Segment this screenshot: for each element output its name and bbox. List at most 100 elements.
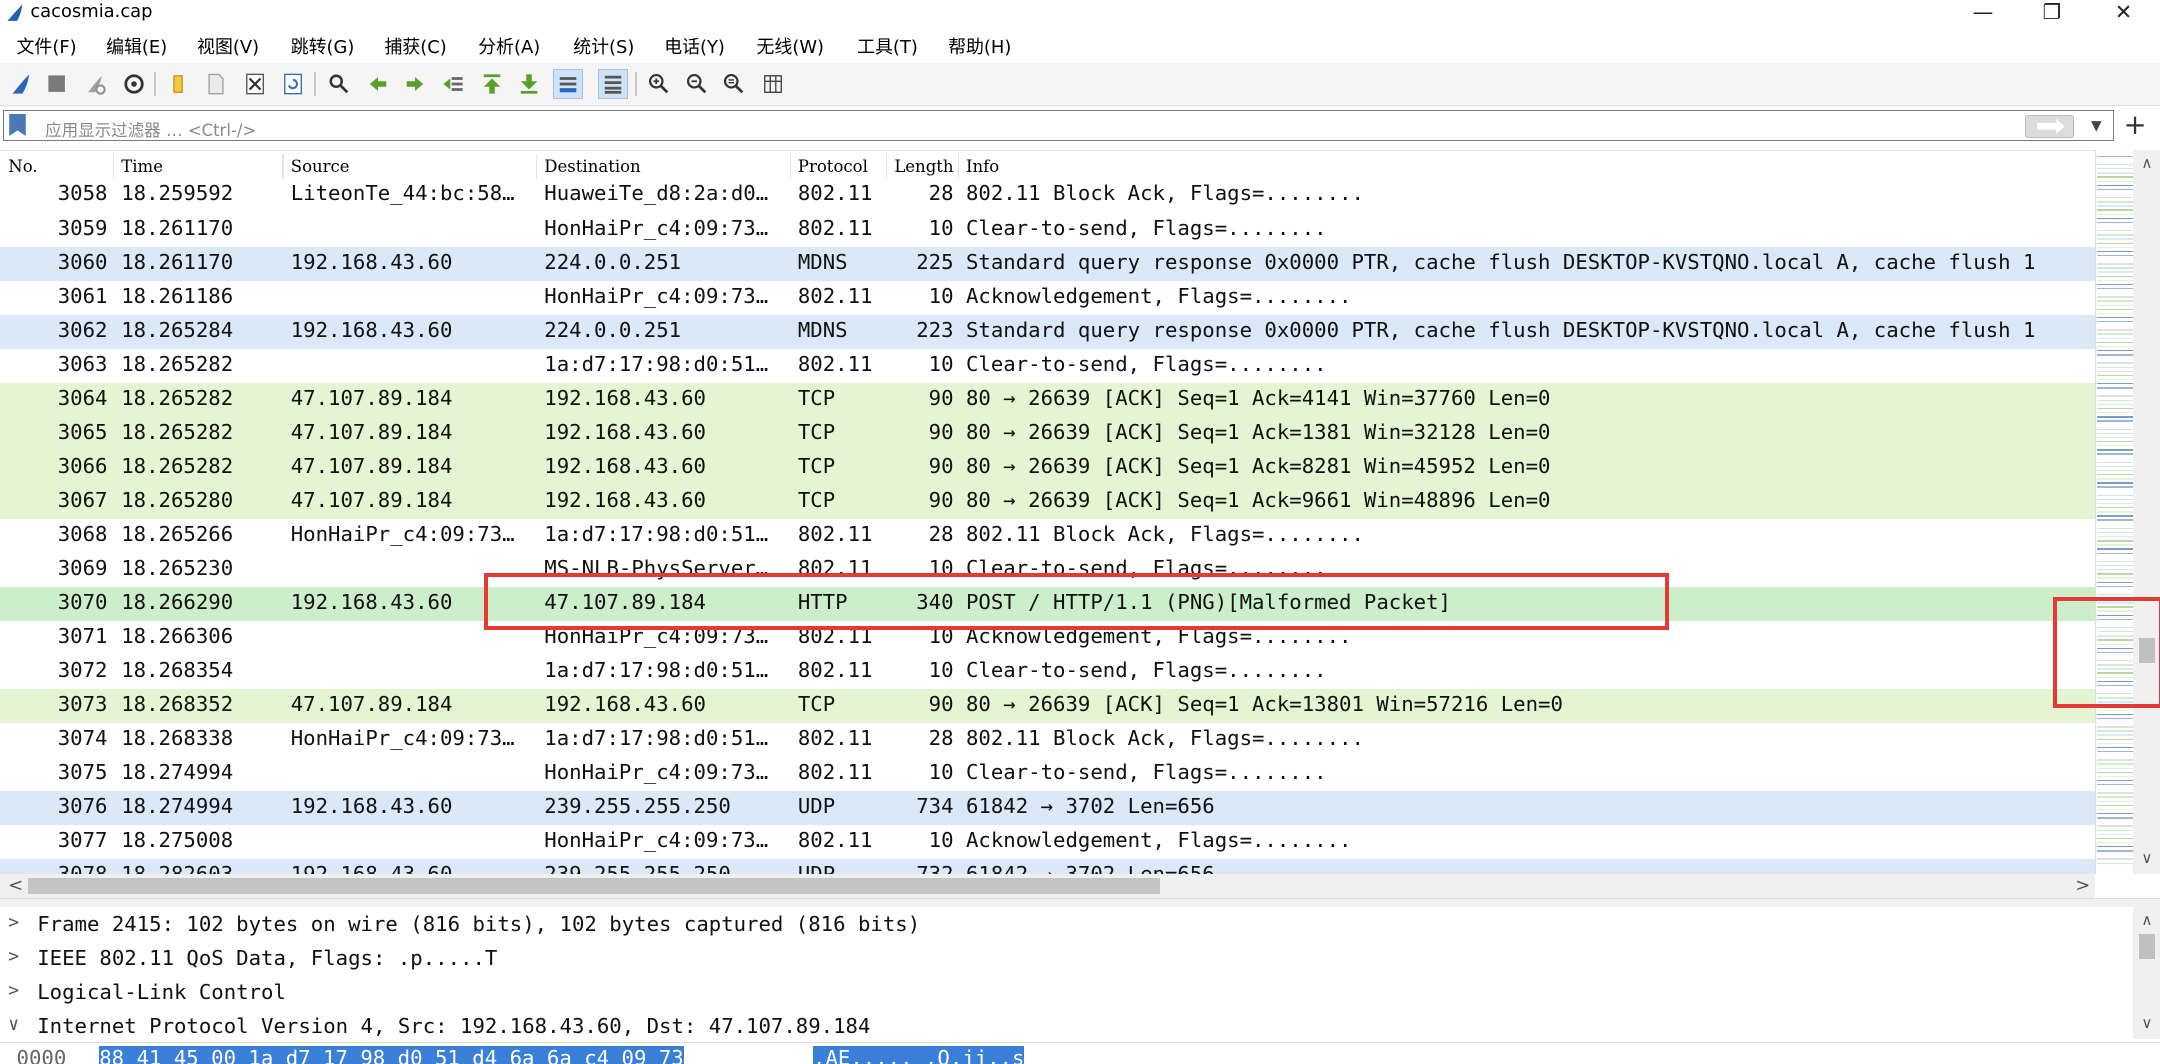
minimize-button[interactable]: — [1951, 0, 2014, 28]
bytes-ascii[interactable]: .AE..... .Q.jj..s [813, 1045, 1025, 1064]
packet-row[interactable]: 3066 18.265282 47.107.89.184 192.168.43.60 T… [0, 451, 2095, 486]
menu-go[interactable]: 跳转(G) [291, 33, 355, 59]
open-file-icon[interactable] [163, 69, 193, 99]
menu-telephony[interactable]: 电话(Y) [664, 33, 725, 59]
packet-row[interactable]: 3076 18.274994 192.168.43.60 239.255.255.25… [0, 791, 2095, 826]
column-divider[interactable] [886, 153, 888, 179]
packet-list-hscroll[interactable]: < > [0, 873, 2095, 899]
restore-button[interactable]: ❐ [2020, 0, 2083, 28]
scroll-right-icon[interactable]: > [2075, 875, 2090, 896]
bytes-hex[interactable]: 88 41 45 00 1a d7 17 98 d0 51 d4 6a 6a c… [99, 1045, 684, 1064]
save-file-icon[interactable] [201, 69, 231, 99]
display-filter-input[interactable]: 应用显示过滤器 … <Ctrl-/> ▼ [2, 110, 2114, 141]
packet-protocol: TCP [797, 453, 836, 478]
column-header-destination[interactable]: Destination [544, 157, 640, 176]
resize-columns-icon[interactable] [758, 69, 788, 99]
go-to-packet-icon[interactable] [438, 69, 468, 99]
scroll-left-icon[interactable]: < [8, 875, 23, 896]
detail-row-llc[interactable]: > Logical-Link Control [0, 978, 2133, 1012]
menu-tools[interactable]: 工具(T) [857, 33, 918, 59]
column-divider[interactable] [112, 153, 115, 179]
packet-row[interactable]: 3078 18.282603 192.168.43.60 239.255.255.25… [0, 859, 2095, 875]
packet-row[interactable]: 3073 18.268352 47.107.89.184 192.168.43.60 T… [0, 689, 2095, 724]
menu-file[interactable]: 文件(F) [17, 33, 77, 59]
column-header-info[interactable]: Info [966, 157, 999, 176]
add-filter-button[interactable]: + [2123, 110, 2146, 140]
column-divider[interactable] [789, 153, 791, 179]
scroll-down-icon[interactable]: ∨ [2139, 1014, 2156, 1032]
packet-row[interactable]: 3077 18.275008 HonHaiPr_c4:09:73… 802.11 10 A… [0, 825, 2095, 860]
column-header-source[interactable]: Source [291, 157, 350, 176]
packet-row[interactable]: 3074 18.268338 HonHaiPr_c4:09:73… 1a:d7:17:… [0, 723, 2095, 758]
apply-filter-arrow-icon[interactable] [2025, 115, 2075, 139]
stop-capture-icon[interactable] [41, 69, 71, 99]
packet-row[interactable]: 3063 18.265282 1a:d7:17:98:d0:51… 802.11 10 C… [0, 348, 2095, 383]
column-divider[interactable] [536, 153, 538, 179]
minimap-line [2096, 490, 2133, 492]
hscroll-thumb[interactable] [27, 877, 1161, 895]
go-back-icon[interactable] [362, 69, 392, 99]
expand-chevron-icon[interactable]: > [8, 980, 19, 1001]
normal-size-icon[interactable] [719, 69, 749, 99]
expand-chevron-icon[interactable]: > [8, 912, 19, 933]
details-vscroll[interactable]: ∧ ∨ [2133, 906, 2160, 1039]
close-file-icon[interactable] [240, 69, 270, 99]
scroll-thumb[interactable] [2138, 934, 2156, 960]
packet-time: 18.265284 [121, 317, 234, 342]
menu-help[interactable]: 帮助(H) [948, 33, 1011, 59]
bookmark-icon[interactable] [9, 113, 26, 137]
collapse-chevron-icon[interactable]: ∨ [8, 1014, 19, 1035]
colorize-icon[interactable] [598, 68, 629, 100]
zoom-in-icon[interactable] [644, 69, 674, 99]
packet-no: 3060 [57, 249, 108, 274]
packet-list-vscroll[interactable]: ∧ ∨ [2133, 150, 2160, 874]
packet-protocol: 802.11 [797, 726, 873, 751]
go-forward-icon[interactable] [400, 69, 430, 99]
menu-analyze[interactable]: 分析(A) [478, 33, 540, 59]
menu-statistics[interactable]: 统计(S) [573, 33, 634, 59]
packet-row[interactable]: 3060 18.261170 192.168.43.60 224.0.0.251 MDN… [0, 246, 2095, 281]
packet-row[interactable]: 3065 18.265282 47.107.89.184 192.168.43.60 T… [0, 417, 2095, 452]
start-capture-icon[interactable] [6, 69, 36, 99]
capture-options-icon[interactable] [119, 69, 149, 99]
packet-row[interactable]: 3067 18.265280 47.107.89.184 192.168.43.60 T… [0, 485, 2095, 520]
column-header-no[interactable]: No. [8, 157, 37, 176]
restart-capture-icon[interactable] [80, 69, 110, 99]
find-packet-icon[interactable] [324, 69, 354, 99]
zoom-out-icon[interactable] [682, 69, 712, 99]
column-header-protocol[interactable]: Protocol [798, 157, 868, 176]
filter-dropdown-icon[interactable]: ▼ [2085, 115, 2107, 137]
reload-file-icon[interactable] [278, 69, 308, 99]
menu-capture[interactable]: 捕获(C) [384, 33, 446, 59]
packet-row[interactable]: 3058 18.259592 LiteonTe_44:bc:58… HuaweiTe_… [0, 178, 2095, 213]
scroll-down-icon[interactable]: ∨ [2139, 849, 2156, 867]
first-packet-icon[interactable] [477, 69, 507, 99]
packet-protocol: 802.11 [797, 521, 873, 546]
menu-view[interactable]: 视图(V) [197, 33, 259, 59]
menu-edit[interactable]: 编辑(E) [106, 33, 167, 59]
column-header-time[interactable]: Time [121, 157, 163, 176]
packet-row[interactable]: 3059 18.261170 HonHaiPr_c4:09:73… 802.11 10 C… [0, 212, 2095, 247]
scroll-up-icon[interactable]: ∧ [2139, 911, 2156, 929]
column-header-length[interactable]: Length [894, 157, 953, 176]
column-divider[interactable] [282, 153, 284, 179]
auto-scroll-icon[interactable] [552, 68, 583, 100]
menu-wireless[interactable]: 无线(W) [757, 33, 825, 59]
packet-row[interactable]: 3075 18.274994 HonHaiPr_c4:09:73… 802.11 10 C… [0, 757, 2095, 792]
packet-row[interactable]: 3061 18.261186 HonHaiPr_c4:09:73… 802.11 10 A… [0, 280, 2095, 315]
detail-row-ieee80211[interactable]: > IEEE 802.11 QoS Data, Flags: .p.....T [0, 944, 2133, 978]
packet-source: 47.107.89.184 [290, 453, 453, 478]
packet-row[interactable]: 3064 18.265282 47.107.89.184 192.168.43.60 T… [0, 382, 2095, 417]
expand-chevron-icon[interactable]: > [8, 946, 19, 967]
packet-minimap[interactable] [2094, 150, 2135, 874]
last-packet-icon[interactable] [514, 69, 544, 99]
packet-row[interactable]: 3072 18.268354 1a:d7:17:98:d0:51… 802.11 10 C… [0, 655, 2095, 690]
packet-row[interactable]: 3068 18.265266 HonHaiPr_c4:09:73… 1a:d7:17:… [0, 519, 2095, 554]
detail-row-ipv4[interactable]: ∨ Internet Protocol Version 4, Src: 192.… [0, 1012, 2133, 1046]
scroll-up-icon[interactable]: ∧ [2139, 154, 2156, 172]
detail-row-frame[interactable]: > Frame 2415: 102 bytes on wire (816 bit… [0, 909, 2133, 943]
close-button[interactable]: ✕ [2092, 0, 2155, 28]
minimap-line [2096, 395, 2133, 397]
packet-row[interactable]: 3062 18.265284 192.168.43.60 224.0.0.251 MDN… [0, 314, 2095, 349]
column-divider[interactable] [957, 153, 960, 179]
